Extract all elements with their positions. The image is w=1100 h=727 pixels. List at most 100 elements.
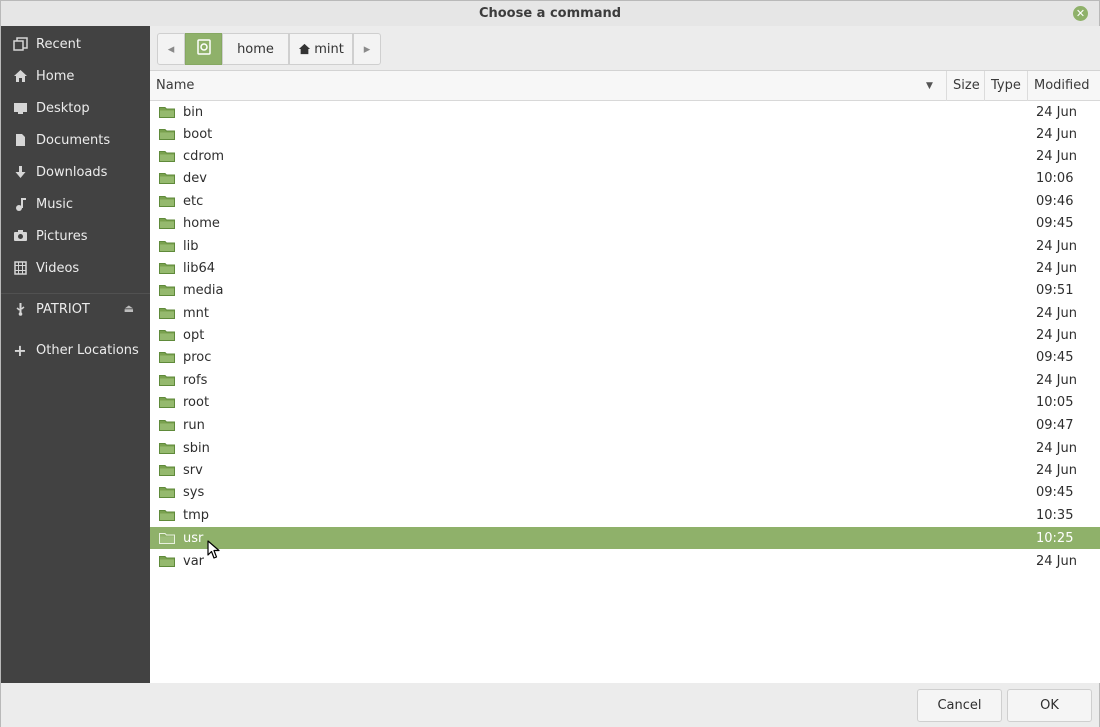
table-row[interactable]: etc 09:46 [150, 190, 1100, 212]
table-row[interactable]: sbin 24 Jun [150, 437, 1100, 459]
sidebar-item-home[interactable]: Home [1, 61, 150, 91]
table-row[interactable]: sys 09:45 [150, 481, 1100, 503]
file-name: srv [183, 462, 203, 478]
recent-icon [12, 37, 28, 51]
sidebar-item-recent[interactable]: Recent [1, 29, 150, 59]
folder-icon [159, 510, 175, 521]
sidebar-item-label: Downloads [36, 164, 108, 180]
file-name: root [183, 394, 210, 410]
drive-icon [196, 39, 212, 59]
file-name: media [183, 282, 224, 298]
file-name: home [183, 215, 220, 231]
file-name: mnt [183, 305, 209, 321]
column-size-header[interactable]: Size [947, 71, 985, 101]
path-bar: ◂ home mint ▸ [150, 26, 1100, 71]
file-modified: 10:06 [1036, 170, 1074, 186]
desktop-icon [12, 101, 28, 115]
sidebar-item-label: Videos [36, 260, 80, 276]
sidebar-item-label: Recent [36, 36, 81, 52]
file-modified: 10:35 [1036, 507, 1074, 523]
sidebar-item-patriot[interactable]: PATRIOT ⏏ [1, 294, 150, 324]
table-row[interactable]: var 24 Jun [150, 550, 1100, 572]
home-icon [12, 69, 28, 83]
sidebar-item-documents[interactable]: Documents [1, 125, 150, 155]
dialog-title: Choose a command [478, 6, 622, 21]
column-name-header[interactable]: Name [150, 71, 947, 101]
column-size-label: Size [953, 78, 980, 93]
file-modified: 24 Jun [1036, 238, 1077, 254]
column-modified-label: Modified [1034, 78, 1090, 93]
column-header: Name ▼ Size Type Modified [150, 71, 1100, 101]
title-bar[interactable]: Choose a command ✕ [1, 1, 1099, 26]
mouse-cursor-icon [207, 540, 220, 559]
sidebar-item-label: PATRIOT [36, 301, 90, 317]
path-segment-mint[interactable]: mint [289, 33, 353, 65]
table-row[interactable]: mnt 24 Jun [150, 302, 1100, 324]
file-modified: 24 Jun [1036, 553, 1077, 569]
column-type-header[interactable]: Type [985, 71, 1028, 101]
sidebar-item-desktop[interactable]: Desktop [1, 93, 150, 123]
home-icon [298, 43, 311, 55]
table-row[interactable]: media 09:51 [150, 279, 1100, 301]
table-row[interactable]: usr 10:25 [150, 527, 1100, 549]
file-modified: 10:05 [1036, 394, 1074, 410]
sidebar-item-music[interactable]: Music [1, 189, 150, 219]
table-row[interactable]: lib 24 Jun [150, 235, 1100, 257]
folder-icon [159, 465, 175, 476]
file-modified: 24 Jun [1036, 126, 1077, 142]
file-modified: 10:25 [1036, 530, 1074, 546]
file-name: etc [183, 193, 204, 209]
eject-icon[interactable]: ⏏ [124, 302, 134, 315]
folder-icon [159, 533, 175, 544]
dialog-actions: Cancel OK [1, 683, 1099, 727]
table-row[interactable]: home 09:45 [150, 212, 1100, 234]
sidebar-item-videos[interactable]: Videos [1, 253, 150, 283]
table-row[interactable]: bin 24 Jun [150, 101, 1100, 123]
file-name: dev [183, 170, 207, 186]
file-name: usr [183, 530, 204, 546]
sidebar-item-label: Home [36, 68, 75, 84]
table-row[interactable]: boot 24 Jun [150, 123, 1100, 145]
table-row[interactable]: root 10:05 [150, 391, 1100, 413]
cancel-button[interactable]: Cancel [917, 689, 1002, 722]
file-name: var [183, 553, 205, 569]
sort-descending-icon: ▼ [926, 81, 933, 91]
file-modified: 09:45 [1036, 349, 1074, 365]
file-name: bin [183, 104, 204, 120]
file-chooser-dialog: Choose a command ✕ Recent Home Desktop D… [0, 0, 1100, 727]
file-list: Name ▼ Size Type Modified bin 24 Jun boot 2… [150, 71, 1100, 683]
music-icon [12, 197, 28, 211]
sidebar-item-downloads[interactable]: Downloads [1, 157, 150, 187]
videos-icon [12, 261, 28, 275]
folder-icon [159, 308, 175, 319]
ok-button[interactable]: OK [1007, 689, 1092, 722]
table-row[interactable]: dev 10:06 [150, 167, 1100, 189]
table-row[interactable]: cdrom 24 Jun [150, 145, 1100, 167]
file-modified: 09:45 [1036, 484, 1074, 500]
table-row[interactable]: run 09:47 [150, 414, 1100, 436]
file-name: tmp [183, 507, 210, 523]
path-scroll-right-button[interactable]: ▸ [353, 33, 381, 65]
close-icon[interactable]: ✕ [1073, 6, 1088, 21]
path-root-button[interactable] [185, 33, 222, 65]
table-row[interactable]: proc 09:45 [150, 346, 1100, 368]
table-row[interactable]: tmp 10:35 [150, 504, 1100, 526]
table-row[interactable]: opt 24 Jun [150, 324, 1100, 346]
file-name: proc [183, 349, 212, 365]
sidebar-item-label: Desktop [36, 100, 90, 116]
path-segment-home[interactable]: home [222, 33, 289, 65]
file-modified: 24 Jun [1036, 462, 1077, 478]
file-name: boot [183, 126, 213, 142]
table-row[interactable]: lib64 24 Jun [150, 257, 1100, 279]
sidebar-item-pictures[interactable]: Pictures [1, 221, 150, 251]
file-name: run [183, 417, 205, 433]
table-row[interactable]: rofs 24 Jun [150, 369, 1100, 391]
table-row[interactable]: srv 24 Jun [150, 459, 1100, 481]
column-modified-header[interactable]: Modified [1028, 71, 1100, 101]
sidebar-item-other-locations[interactable]: + Other Locations [1, 335, 150, 365]
folder-icon [159, 397, 175, 408]
path-scroll-left-button[interactable]: ◂ [157, 33, 185, 65]
folder-icon [159, 241, 175, 252]
file-modified: 24 Jun [1036, 305, 1077, 321]
places-sidebar: Recent Home Desktop Documents Downloads [1, 26, 150, 683]
